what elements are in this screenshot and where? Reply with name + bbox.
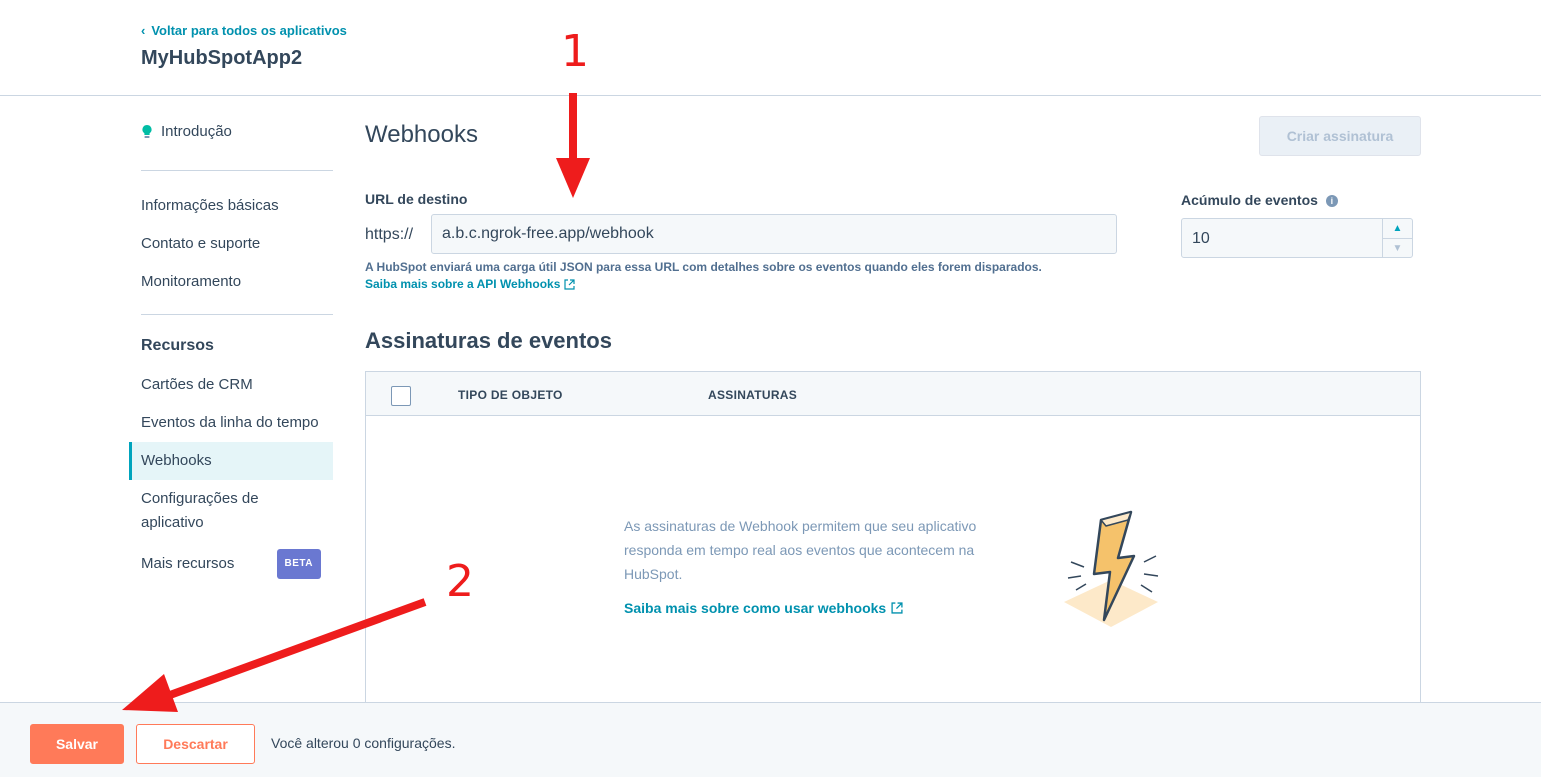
webhooks-api-link[interactable]: Saiba mais sobre a API Webhooks	[365, 277, 576, 291]
back-link-label: Voltar para todos os aplicativos	[151, 23, 347, 38]
chevron-left-icon: ‹	[141, 23, 146, 38]
sidebar-item-app-settings[interactable]: Configurações de aplicativo	[129, 487, 309, 535]
beta-badge: BETA	[276, 549, 321, 579]
column-header-object-type[interactable]: TIPO DE OBJETO	[458, 388, 563, 402]
subscriptions-heading: Assinaturas de eventos	[365, 328, 612, 353]
sidebar-item-label: Informações básicas	[141, 197, 279, 214]
target-url-help: A HubSpot enviará uma carga útil JSON pa…	[365, 260, 1042, 274]
sidebar-divider	[141, 314, 333, 315]
column-header-subscriptions[interactable]: ASSINATURAS	[708, 388, 797, 402]
event-batching-label-text: Acúmulo de eventos	[1181, 192, 1318, 208]
sidebar-item-label: Webhooks	[141, 452, 212, 469]
event-batching-value[interactable]: 10	[1192, 230, 1210, 248]
annotation-arrow-1	[556, 93, 590, 198]
footer-bar: Salvar Descartar Você alterou 0 configur…	[0, 702, 1541, 777]
sidebar-resources-heading: Recursos	[141, 337, 214, 354]
sidebar-item-label: Monitoramento	[141, 273, 242, 290]
sidebar-item-label: Cartões de CRM	[141, 376, 253, 393]
sidebar-item-timeline-events[interactable]: Eventos da linha do tempo	[129, 411, 333, 435]
chevron-down-icon[interactable]: ▼	[1383, 238, 1412, 257]
sidebar-item-label: Configurações de aplicativo	[141, 490, 259, 531]
empty-state-text: As assinaturas de Webhook permitem que s…	[624, 518, 977, 582]
table-header: TIPO DE OBJETO ASSINATURAS	[366, 372, 1420, 416]
annotation-label-2: 2	[446, 556, 474, 607]
webhooks-api-link-label: Saiba mais sobre a API Webhooks	[365, 277, 561, 291]
discard-button[interactable]: Descartar	[136, 724, 255, 764]
sidebar-item-crm-cards[interactable]: Cartões de CRM	[129, 373, 333, 397]
lightning-bolt-illustration	[1064, 510, 1159, 627]
sidebar-item-label: Mais recursos	[141, 555, 235, 572]
learn-webhooks-link-label: Saiba mais sobre como usar webhooks	[624, 600, 887, 616]
target-url-label: URL de destino	[365, 191, 468, 207]
page-title: Webhooks	[365, 121, 478, 148]
target-url-input[interactable]	[431, 214, 1117, 254]
changes-status: Você alterou 0 configurações.	[271, 735, 456, 751]
back-link[interactable]: ‹ Voltar para todos os aplicativos	[141, 23, 347, 38]
sidebar-item-label: Eventos da linha do tempo	[141, 414, 319, 431]
top-bar: ‹ Voltar para todos os aplicativos MyHub…	[0, 0, 1541, 96]
external-link-icon	[564, 278, 576, 290]
app-title: MyHubSpotApp2	[141, 47, 303, 69]
sidebar-item-more-resources[interactable]: Mais recursos BETA	[129, 549, 333, 579]
sidebar-item-intro-label: Introdução	[161, 123, 232, 140]
sidebar-divider	[141, 170, 333, 171]
create-subscription-button[interactable]: Criar assinatura	[1259, 116, 1421, 156]
url-prefix: https://	[365, 226, 414, 243]
sidebar-item-label: Contato e suporte	[141, 235, 261, 252]
annotation-label-1: 1	[561, 26, 589, 77]
stepper-buttons: ▲ ▼	[1382, 219, 1412, 257]
event-batching-label: Acúmulo de eventos i	[1181, 192, 1338, 208]
external-link-icon	[891, 602, 903, 614]
lightbulb-icon	[142, 124, 152, 138]
info-icon[interactable]: i	[1325, 195, 1338, 208]
learn-webhooks-link[interactable]: Saiba mais sobre como usar webhooks	[624, 600, 903, 616]
chevron-up-icon[interactable]: ▲	[1383, 219, 1412, 238]
sidebar-item-webhooks[interactable]: Webhooks	[129, 442, 333, 480]
save-button[interactable]: Salvar	[30, 724, 124, 764]
select-all-checkbox[interactable]	[391, 386, 411, 406]
sidebar-item-basic-info[interactable]: Informações básicas	[129, 194, 333, 218]
event-batching-stepper[interactable]: 10 ▲ ▼	[1181, 218, 1413, 258]
sidebar-item-monitoring[interactable]: Monitoramento	[129, 270, 333, 294]
sidebar-item-contact-support[interactable]: Contato e suporte	[129, 232, 333, 256]
sidebar-item-intro[interactable]: Introdução	[141, 123, 232, 140]
subscriptions-table: TIPO DE OBJETO ASSINATURAS As assinatura…	[365, 371, 1421, 711]
